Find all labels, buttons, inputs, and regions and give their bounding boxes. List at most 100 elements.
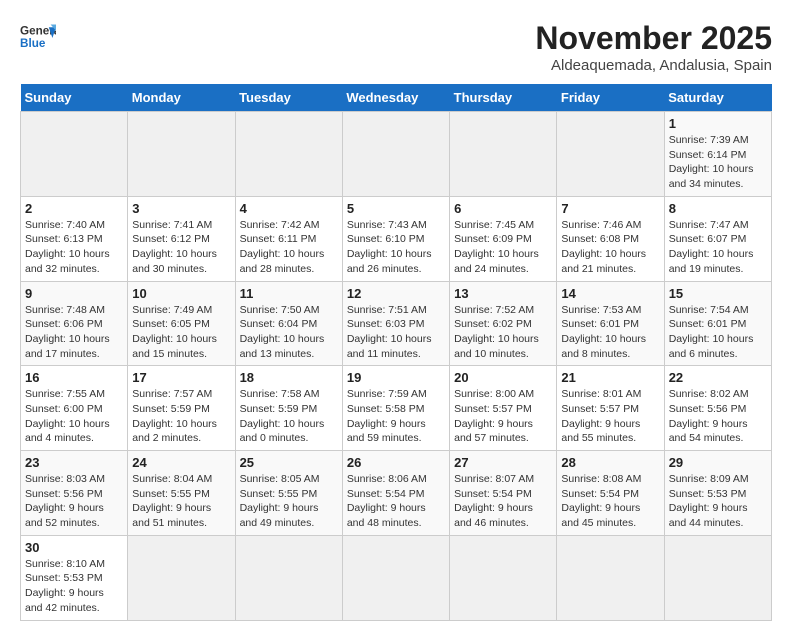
- day-info: Sunrise: 7:42 AM Sunset: 6:11 PM Dayligh…: [240, 218, 338, 277]
- day-info: Sunrise: 7:48 AM Sunset: 6:06 PM Dayligh…: [25, 303, 123, 362]
- calendar-cell: 17Sunrise: 7:57 AM Sunset: 5:59 PM Dayli…: [128, 366, 235, 451]
- calendar-cell: 30Sunrise: 8:10 AM Sunset: 5:53 PM Dayli…: [21, 535, 128, 620]
- day-info: Sunrise: 8:04 AM Sunset: 5:55 PM Dayligh…: [132, 472, 230, 531]
- calendar-cell: 3 Sunrise: 7:41 AM Sunset: 6:12 PM Daylig…: [128, 196, 235, 281]
- calendar-cell: [342, 112, 449, 197]
- day-info: Sunrise: 8:10 AM Sunset: 5:53 PM Dayligh…: [25, 557, 123, 616]
- calendar-cell: 14 Sunrise: 7:53 AM Sunset: 6:01 PM Dayli…: [557, 281, 664, 366]
- day-info: Sunrise: 7:50 AM Sunset: 6:04 PM Dayligh…: [240, 303, 338, 362]
- calendar-table: SundayMondayTuesdayWednesdayThursdayFrid…: [20, 84, 772, 621]
- calendar-cell: [128, 535, 235, 620]
- calendar-cell: 21 Sunrise: 8:01 AM Sunset: 5:57 PM Dayli…: [557, 366, 664, 451]
- calendar-cell: [450, 535, 557, 620]
- day-info: Sunrise: 7:45 AM Sunset: 6:09 PM Dayligh…: [454, 218, 552, 277]
- calendar-cell: 24 Sunrise: 8:04 AM Sunset: 5:55 PM Dayli…: [128, 451, 235, 536]
- day-number: 16: [25, 370, 123, 385]
- weekday-header-saturday: Saturday: [664, 84, 771, 112]
- day-number: 28: [561, 455, 659, 470]
- calendar-cell: [450, 112, 557, 197]
- calendar-cell: [235, 112, 342, 197]
- calendar-cell: [664, 535, 771, 620]
- day-number: 19: [347, 370, 445, 385]
- calendar-cell: [557, 112, 664, 197]
- calendar-cell: [342, 535, 449, 620]
- day-info: Sunrise: 7:47 AM Sunset: 6:07 PM Dayligh…: [669, 218, 767, 277]
- day-number: 8: [669, 201, 767, 216]
- day-info: Sunrise: 7:43 AM Sunset: 6:10 PM Dayligh…: [347, 218, 445, 277]
- calendar-week-4: 16Sunrise: 7:55 AM Sunset: 6:00 PM Dayli…: [21, 366, 772, 451]
- calendar-cell: 12Sunrise: 7:51 AM Sunset: 6:03 PM Dayli…: [342, 281, 449, 366]
- calendar-cell: 1 Sunrise: 7:39 AM Sunset: 6:14 PM Daylig…: [664, 112, 771, 197]
- weekday-header-monday: Monday: [128, 84, 235, 112]
- day-number: 14: [561, 286, 659, 301]
- day-number: 1: [669, 116, 767, 131]
- day-number: 9: [25, 286, 123, 301]
- svg-text:Blue: Blue: [20, 37, 46, 50]
- logo: General Blue: [20, 20, 56, 56]
- day-info: Sunrise: 7:39 AM Sunset: 6:14 PM Dayligh…: [669, 133, 767, 192]
- day-info: Sunrise: 7:49 AM Sunset: 6:05 PM Dayligh…: [132, 303, 230, 362]
- calendar-week-3: 9 Sunrise: 7:48 AM Sunset: 6:06 PM Daylig…: [21, 281, 772, 366]
- day-number: 6: [454, 201, 552, 216]
- month-title: November 2025: [535, 20, 772, 57]
- calendar-cell: 25Sunrise: 8:05 AM Sunset: 5:55 PM Dayli…: [235, 451, 342, 536]
- calendar-cell: 29 Sunrise: 8:09 AM Sunset: 5:53 PM Dayli…: [664, 451, 771, 536]
- day-info: Sunrise: 8:06 AM Sunset: 5:54 PM Dayligh…: [347, 472, 445, 531]
- day-info: Sunrise: 7:40 AM Sunset: 6:13 PM Dayligh…: [25, 218, 123, 277]
- calendar-cell: 27Sunrise: 8:07 AM Sunset: 5:54 PM Dayli…: [450, 451, 557, 536]
- day-number: 7: [561, 201, 659, 216]
- day-info: Sunrise: 8:03 AM Sunset: 5:56 PM Dayligh…: [25, 472, 123, 531]
- day-number: 26: [347, 455, 445, 470]
- calendar-cell: 10 Sunrise: 7:49 AM Sunset: 6:05 PM Dayli…: [128, 281, 235, 366]
- day-number: 22: [669, 370, 767, 385]
- day-number: 15: [669, 286, 767, 301]
- day-info: Sunrise: 8:01 AM Sunset: 5:57 PM Dayligh…: [561, 387, 659, 446]
- weekday-header-row: SundayMondayTuesdayWednesdayThursdayFrid…: [21, 84, 772, 112]
- calendar-week-2: 2Sunrise: 7:40 AM Sunset: 6:13 PM Daylig…: [21, 196, 772, 281]
- day-number: 17: [132, 370, 230, 385]
- calendar-cell: 23 Sunrise: 8:03 AM Sunset: 5:56 PM Dayli…: [21, 451, 128, 536]
- calendar-cell: 15 Sunrise: 7:54 AM Sunset: 6:01 PM Dayli…: [664, 281, 771, 366]
- day-info: Sunrise: 8:00 AM Sunset: 5:57 PM Dayligh…: [454, 387, 552, 446]
- weekday-header-friday: Friday: [557, 84, 664, 112]
- day-info: Sunrise: 8:09 AM Sunset: 5:53 PM Dayligh…: [669, 472, 767, 531]
- weekday-header-tuesday: Tuesday: [235, 84, 342, 112]
- day-info: Sunrise: 8:05 AM Sunset: 5:55 PM Dayligh…: [240, 472, 338, 531]
- day-number: 24: [132, 455, 230, 470]
- calendar-cell: [21, 112, 128, 197]
- logo-icon: General Blue: [20, 20, 56, 56]
- weekday-header-sunday: Sunday: [21, 84, 128, 112]
- calendar-cell: 18Sunrise: 7:58 AM Sunset: 5:59 PM Dayli…: [235, 366, 342, 451]
- calendar-cell: 13Sunrise: 7:52 AM Sunset: 6:02 PM Dayli…: [450, 281, 557, 366]
- calendar-cell: [557, 535, 664, 620]
- day-info: Sunrise: 7:51 AM Sunset: 6:03 PM Dayligh…: [347, 303, 445, 362]
- day-info: Sunrise: 7:58 AM Sunset: 5:59 PM Dayligh…: [240, 387, 338, 446]
- day-info: Sunrise: 7:41 AM Sunset: 6:12 PM Dayligh…: [132, 218, 230, 277]
- calendar-cell: 7 Sunrise: 7:46 AM Sunset: 6:08 PM Daylig…: [557, 196, 664, 281]
- day-info: Sunrise: 8:02 AM Sunset: 5:56 PM Dayligh…: [669, 387, 767, 446]
- day-number: 23: [25, 455, 123, 470]
- day-info: Sunrise: 7:54 AM Sunset: 6:01 PM Dayligh…: [669, 303, 767, 362]
- day-number: 29: [669, 455, 767, 470]
- calendar-cell: 22 Sunrise: 8:02 AM Sunset: 5:56 PM Dayli…: [664, 366, 771, 451]
- day-number: 3: [132, 201, 230, 216]
- day-number: 21: [561, 370, 659, 385]
- calendar-cell: 2Sunrise: 7:40 AM Sunset: 6:13 PM Daylig…: [21, 196, 128, 281]
- calendar-week-6: 30Sunrise: 8:10 AM Sunset: 5:53 PM Dayli…: [21, 535, 772, 620]
- day-number: 13: [454, 286, 552, 301]
- calendar-cell: 20 Sunrise: 8:00 AM Sunset: 5:57 PM Dayli…: [450, 366, 557, 451]
- day-info: Sunrise: 7:46 AM Sunset: 6:08 PM Dayligh…: [561, 218, 659, 277]
- day-number: 10: [132, 286, 230, 301]
- day-info: Sunrise: 7:59 AM Sunset: 5:58 PM Dayligh…: [347, 387, 445, 446]
- day-number: 4: [240, 201, 338, 216]
- calendar-cell: 19 Sunrise: 7:59 AM Sunset: 5:58 PM Dayli…: [342, 366, 449, 451]
- calendar-cell: 26 Sunrise: 8:06 AM Sunset: 5:54 PM Dayli…: [342, 451, 449, 536]
- calendar-cell: 11Sunrise: 7:50 AM Sunset: 6:04 PM Dayli…: [235, 281, 342, 366]
- calendar-cell: 4 Sunrise: 7:42 AM Sunset: 6:11 PM Daylig…: [235, 196, 342, 281]
- calendar-cell: 8 Sunrise: 7:47 AM Sunset: 6:07 PM Daylig…: [664, 196, 771, 281]
- calendar-week-1: 1 Sunrise: 7:39 AM Sunset: 6:14 PM Daylig…: [21, 112, 772, 197]
- day-number: 5: [347, 201, 445, 216]
- day-info: Sunrise: 7:53 AM Sunset: 6:01 PM Dayligh…: [561, 303, 659, 362]
- calendar-cell: [235, 535, 342, 620]
- day-number: 20: [454, 370, 552, 385]
